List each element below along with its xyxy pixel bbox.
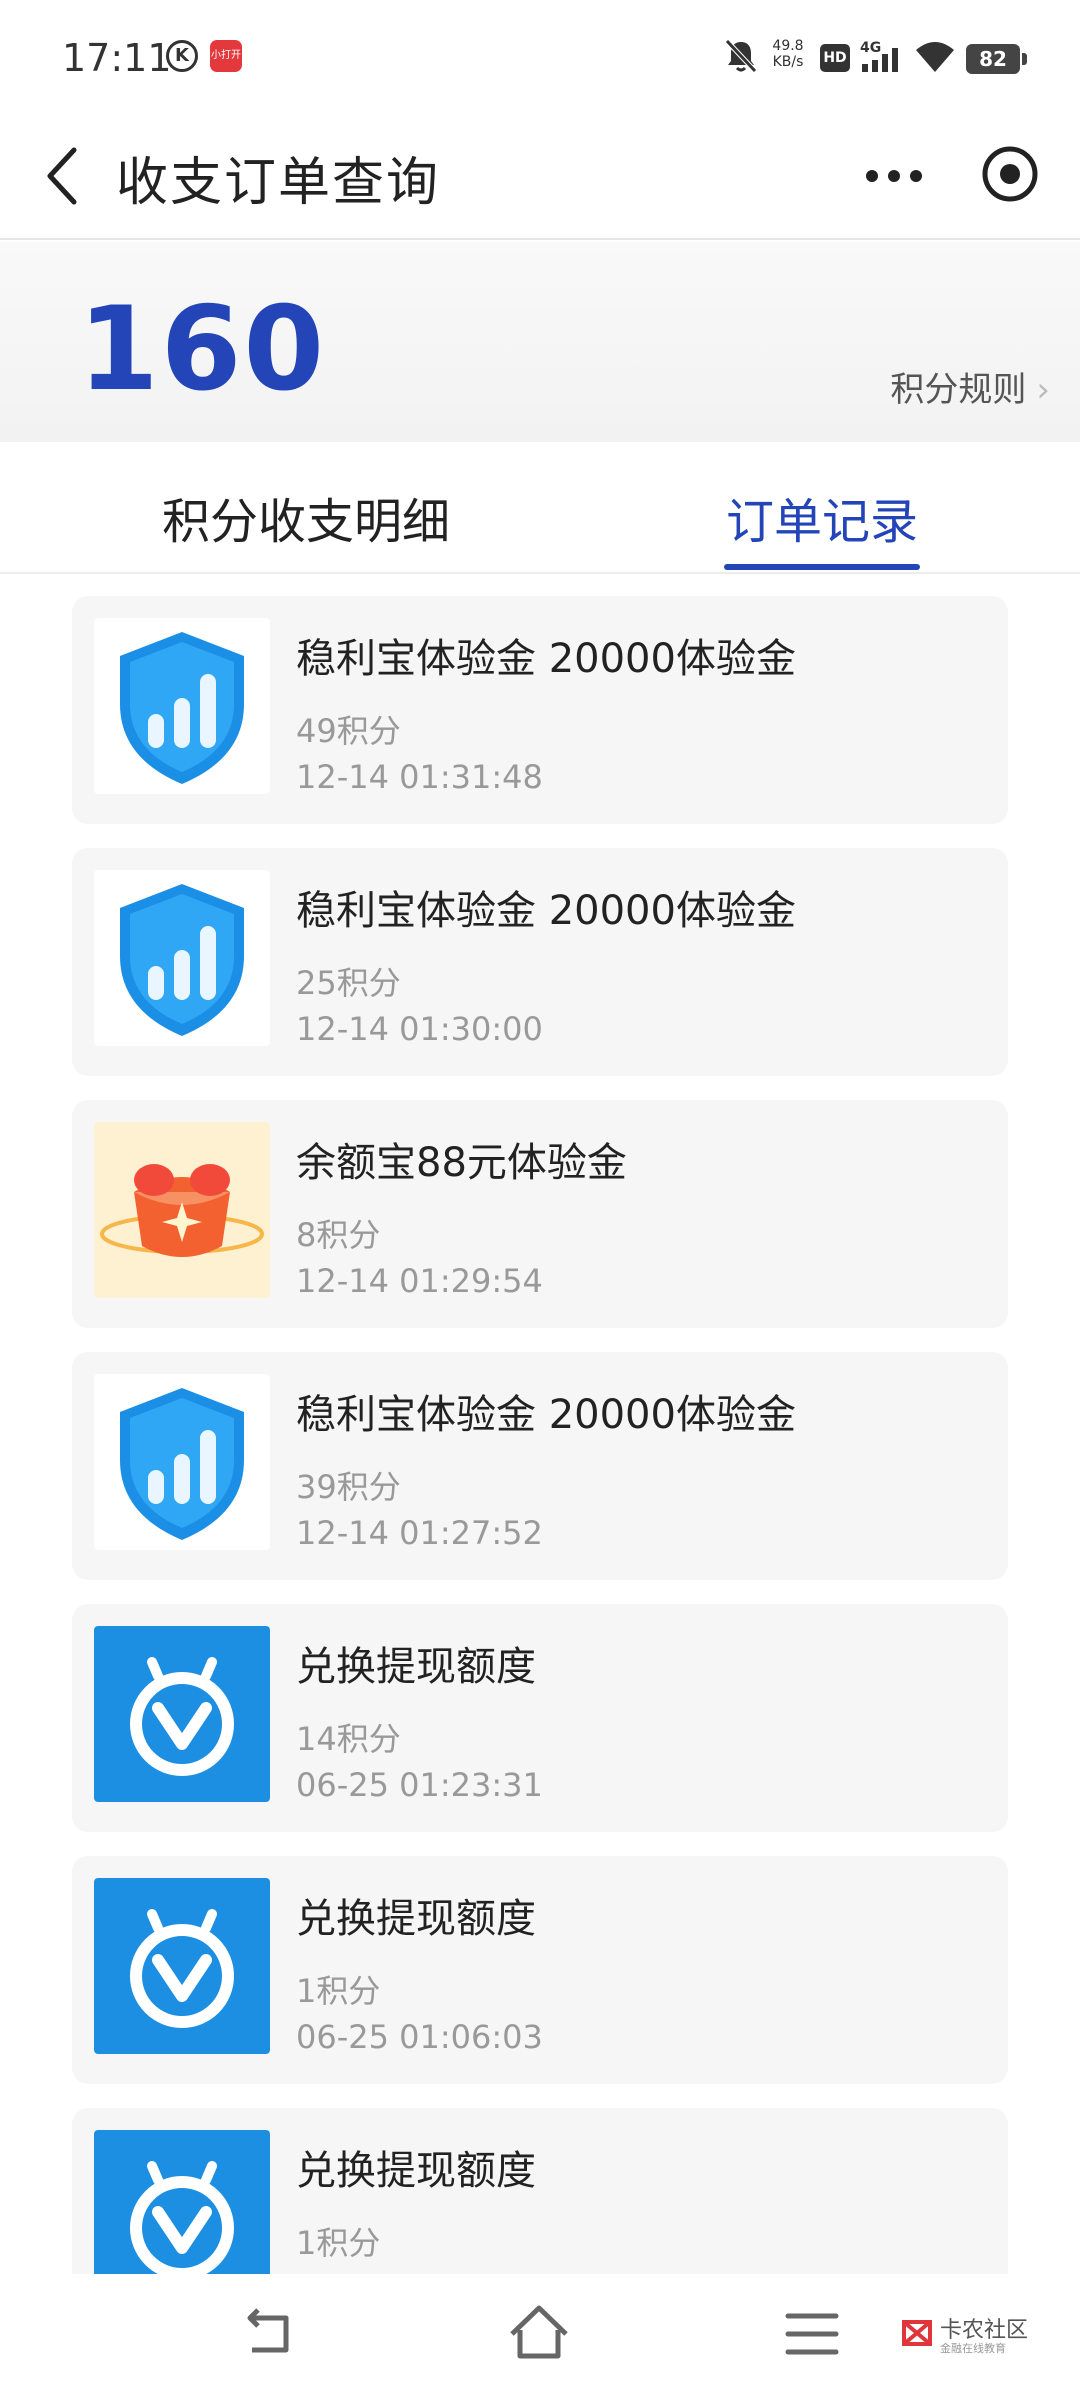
- status-time: 17:11: [62, 36, 172, 80]
- signal-label: 4G: [860, 40, 881, 56]
- order-name: 余额宝88元体验金: [296, 1140, 627, 1186]
- back-icon[interactable]: [36, 138, 86, 214]
- tab-points-detail[interactable]: 积分收支明细: [162, 482, 450, 552]
- order-time: 12-14 01:30:00: [296, 1010, 543, 1048]
- withdraw-v-icon: [94, 1878, 270, 2054]
- watermark: 卡农社区 金融在线教育: [900, 2310, 1060, 2366]
- points-panel: 160 积分规则 ›: [0, 242, 1080, 442]
- order-time: 12-14 01:27:52: [296, 1514, 543, 1552]
- gold-bowl-icon: [94, 1122, 270, 1298]
- order-name: 稳利宝体验金 20000体验金: [296, 888, 796, 934]
- watermark-logo-icon: [902, 2320, 932, 2346]
- points-rules-link[interactable]: 积分规则 ›: [890, 362, 1050, 411]
- order-time: 06-25 01:06:03: [296, 2018, 543, 2056]
- list-item[interactable]: 兑换提现额度 14积分 06-25 01:23:31: [72, 1604, 1008, 1832]
- list-item[interactable]: 余额宝88元体验金 8积分 12-14 01:29:54: [72, 1100, 1008, 1328]
- order-name: 兑换提现额度: [296, 2148, 536, 2194]
- battery-icon: 82: [966, 44, 1027, 74]
- status-bar: 17:11 K 小打开 49.8 KB/s HD 4G 82: [0, 0, 1080, 112]
- wifi-icon: [916, 42, 954, 72]
- list-item[interactable]: 稳利宝体验金 20000体验金 39积分 12-14 01:27:52: [72, 1352, 1008, 1580]
- shield-chart-icon: [94, 1374, 270, 1550]
- close-capsule-icon[interactable]: [980, 144, 1040, 204]
- app-badge-icon: 小打开: [210, 40, 242, 72]
- order-points: 49积分: [296, 712, 401, 750]
- hd-icon: HD: [820, 44, 850, 72]
- title-bar: 收支订单查询: [0, 112, 1080, 240]
- order-points: 1积分: [296, 2224, 381, 2262]
- tab-order-records[interactable]: 订单记录: [726, 482, 918, 552]
- points-rules-label: 积分规则: [890, 370, 1027, 410]
- list-item[interactable]: 稳利宝体验金 20000体验金 25积分 12-14 01:30:00: [72, 848, 1008, 1076]
- order-name: 稳利宝体验金 20000体验金: [296, 636, 796, 682]
- order-time: 12-14 01:29:54: [296, 1262, 543, 1300]
- order-time: 06-25 01:23:31: [296, 1766, 543, 1804]
- nav-home-icon[interactable]: [506, 2300, 572, 2364]
- order-points: 1积分: [296, 1972, 381, 2010]
- order-name: 稳利宝体验金 20000体验金: [296, 1392, 796, 1438]
- shield-chart-icon: [94, 870, 270, 1046]
- net-speed: 49.8 KB/s: [766, 38, 810, 70]
- order-list[interactable]: 稳利宝体验金 20000体验金 49积分 12-14 01:31:48 稳利宝体…: [0, 574, 1080, 2274]
- k-app-icon: K: [166, 40, 198, 72]
- net-speed-value: 49.8: [772, 38, 804, 54]
- net-speed-unit: KB/s: [772, 54, 804, 70]
- bell-muted-icon: [725, 39, 757, 73]
- tab-bar: 积分收支明细 订单记录: [26, 446, 1054, 572]
- order-points: 25积分: [296, 964, 401, 1002]
- order-name: 兑换提现额度: [296, 1896, 536, 1942]
- nav-menu-icon[interactable]: [784, 2306, 840, 2362]
- withdraw-v-icon: [94, 2130, 270, 2274]
- system-nav-bar: 卡农社区 金融在线教育: [0, 2274, 1080, 2400]
- more-icon[interactable]: [862, 152, 926, 200]
- order-name: 兑换提现额度: [296, 1644, 536, 1690]
- signal-icon: 4G: [860, 40, 898, 72]
- chevron-right-icon: ›: [1036, 370, 1050, 410]
- shield-chart-icon: [94, 618, 270, 794]
- watermark-subtitle: 金融在线教育: [940, 2342, 1006, 2355]
- order-points: 8积分: [296, 1216, 381, 1254]
- withdraw-v-icon: [94, 1626, 270, 1802]
- active-tab-indicator: [724, 564, 920, 570]
- list-item[interactable]: 稳利宝体验金 20000体验金 49积分 12-14 01:31:48: [72, 596, 1008, 824]
- order-points: 39积分: [296, 1468, 401, 1506]
- nav-back-icon[interactable]: [240, 2304, 300, 2364]
- order-time: 12-14 01:31:48: [296, 758, 543, 796]
- page-title: 收支订单查询: [116, 153, 441, 213]
- list-item[interactable]: 兑换提现额度 1积分 06-25 01:06:03: [72, 1856, 1008, 2084]
- list-item[interactable]: 兑换提现额度 1积分: [72, 2108, 1008, 2274]
- order-points: 14积分: [296, 1720, 401, 1758]
- points-balance: 160: [78, 282, 327, 417]
